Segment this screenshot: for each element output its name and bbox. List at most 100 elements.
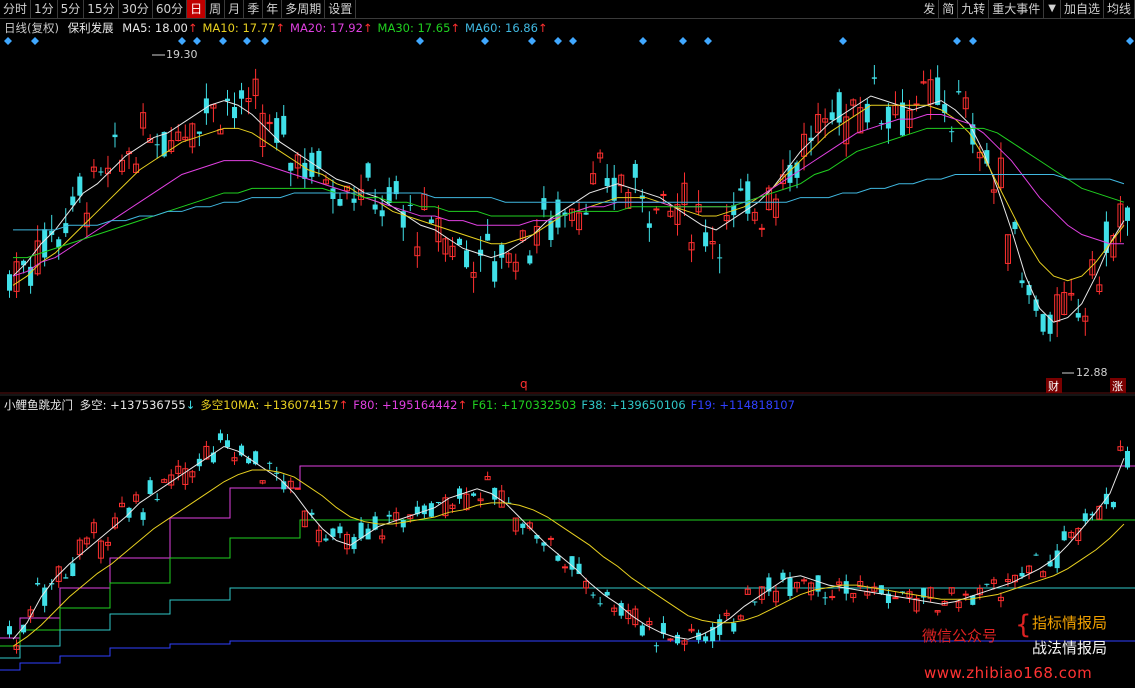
toolbar-right2-1[interactable]: 均线: [1104, 0, 1135, 18]
main-candle: [372, 204, 378, 210]
watermark-line1: 指标情报局: [1032, 614, 1108, 632]
main-candle: [112, 134, 118, 138]
signal-diamond-icon: [481, 37, 489, 45]
main-candle: [393, 181, 399, 195]
signal-diamond-icon: [569, 37, 577, 45]
main-candle: [379, 210, 385, 217]
moving-average-lines: [12, 95, 1125, 323]
indicator-candle: [597, 603, 603, 605]
main-candle: [738, 188, 744, 191]
toolbar-periods-9[interactable]: 季: [244, 0, 264, 18]
indicator-candle: [674, 634, 680, 644]
main-candle: [464, 250, 470, 268]
signal-diamond-icon: [219, 37, 227, 45]
indicator-candle: [1054, 550, 1060, 569]
main-candle: [224, 98, 230, 101]
indicator-candle: [1110, 501, 1116, 508]
toolbar-periods-6[interactable]: 日: [187, 0, 207, 18]
toolbar-periods-3[interactable]: 15分: [84, 0, 119, 18]
toolbar-periods-11[interactable]: 多周期: [282, 0, 326, 18]
indicator-candle: [421, 505, 427, 515]
main-candle: [885, 106, 891, 129]
toolbar-right-3[interactable]: 重大事件: [989, 0, 1045, 18]
indicator-candle: [224, 440, 230, 448]
ma-line-MA60: [13, 173, 1125, 231]
toolbar-periods-12[interactable]: 设置: [325, 0, 357, 18]
rise-badge[interactable]: 涨: [1112, 380, 1123, 393]
caret-down-icon[interactable]: ▼: [1044, 0, 1061, 18]
main-candle: [794, 162, 800, 178]
main-candle: [499, 244, 505, 258]
indicator-candle: [294, 487, 301, 490]
signal-diamond-icon: [839, 37, 847, 45]
period-toolbar: 分时 1分 5分 15分 30分 60分日周月季年多周期 设置 发简九转 重大事件 ▼ 加自选…: [0, 0, 1135, 19]
signal-diamond-icon: [679, 37, 687, 45]
indicator-candle: [787, 577, 793, 596]
toolbar-periods-7[interactable]: 周: [206, 0, 226, 18]
signal-diamond-icon: [178, 37, 186, 45]
finance-badge[interactable]: 财: [1048, 379, 1059, 393]
main-candle: [239, 90, 245, 99]
indicator-candle: [547, 537, 554, 540]
toolbar-right2-0[interactable]: 加自选: [1061, 0, 1104, 18]
period-tabs: 分时 1分 5分 15分 30分 60分日周月季年多周期 设置: [0, 0, 357, 18]
toolbar-right-0[interactable]: 发: [920, 0, 940, 18]
main-candle: [758, 227, 765, 230]
signal-diamond-icon: [416, 37, 424, 45]
indicator-candle: [435, 501, 441, 503]
high-price-label: 19.30: [166, 48, 198, 61]
toolbar-periods-0[interactable]: 分时: [0, 0, 32, 18]
toolbar-periods-4[interactable]: 30分: [119, 0, 153, 18]
ma-line-MA5: [12, 95, 1125, 323]
toolbar-periods-2[interactable]: 5分: [58, 0, 85, 18]
toolbar-right-group-2: 加自选 均线: [1061, 0, 1135, 18]
toolbar-periods-8[interactable]: 月: [225, 0, 245, 18]
main-candle: [42, 229, 48, 258]
indicator-candle: [962, 593, 969, 596]
indicator-candle: [829, 596, 836, 599]
signal-diamond-icon: [4, 37, 12, 45]
main-candle: [527, 255, 533, 264]
main-candle: [351, 198, 357, 203]
indicator-candle: [1061, 531, 1067, 541]
kline-chart[interactable]: 19.30 12.88 q 财 涨: [0, 18, 1135, 688]
main-candle: [646, 223, 652, 228]
indicator-candle: [274, 472, 280, 474]
event-mark-q[interactable]: q: [520, 377, 528, 391]
indicator-candle: [520, 523, 526, 528]
ma-line-MA30: [13, 127, 1125, 259]
signal-diamond-icon: [554, 37, 562, 45]
indicator-candle: [590, 594, 596, 596]
main-candle: [1124, 207, 1130, 221]
toolbar-right-1[interactable]: 简: [939, 0, 959, 18]
main-candle: [1040, 314, 1046, 332]
indicator-candle: [147, 480, 153, 494]
indicator-candle: [35, 583, 41, 585]
signal-diamond-icon: [969, 37, 977, 45]
indicator-candle: [752, 601, 758, 603]
toolbar-right-2[interactable]: 九转: [958, 0, 990, 18]
watermark-url: www.zhibiao168.com: [924, 664, 1093, 682]
indicator-candle: [63, 577, 69, 579]
indicator-candle: [1124, 451, 1130, 468]
signal-diamond-icon: [1126, 37, 1134, 45]
indicator-candle: [1019, 572, 1025, 577]
indicator-candle: [653, 645, 659, 647]
indicator-candle: [400, 520, 406, 528]
main-candle: [485, 233, 491, 241]
toolbar-periods-10[interactable]: 年: [263, 0, 283, 18]
main-candle: [1075, 313, 1081, 318]
main-candle: [949, 131, 955, 133]
main-candle: [56, 239, 62, 248]
indicator-candle: [1033, 554, 1039, 556]
main-candle: [541, 198, 547, 210]
toolbar-periods-5[interactable]: 60分: [153, 0, 188, 18]
main-candle: [1026, 285, 1032, 296]
signal-diamond-icon: [704, 37, 712, 45]
main-candle: [365, 163, 371, 178]
indicator-candle: [154, 499, 160, 501]
toolbar-periods-1[interactable]: 1分: [31, 0, 58, 18]
main-candles: [7, 65, 1130, 342]
signal-diamond-icon: [243, 37, 251, 45]
main-candle: [492, 261, 498, 282]
